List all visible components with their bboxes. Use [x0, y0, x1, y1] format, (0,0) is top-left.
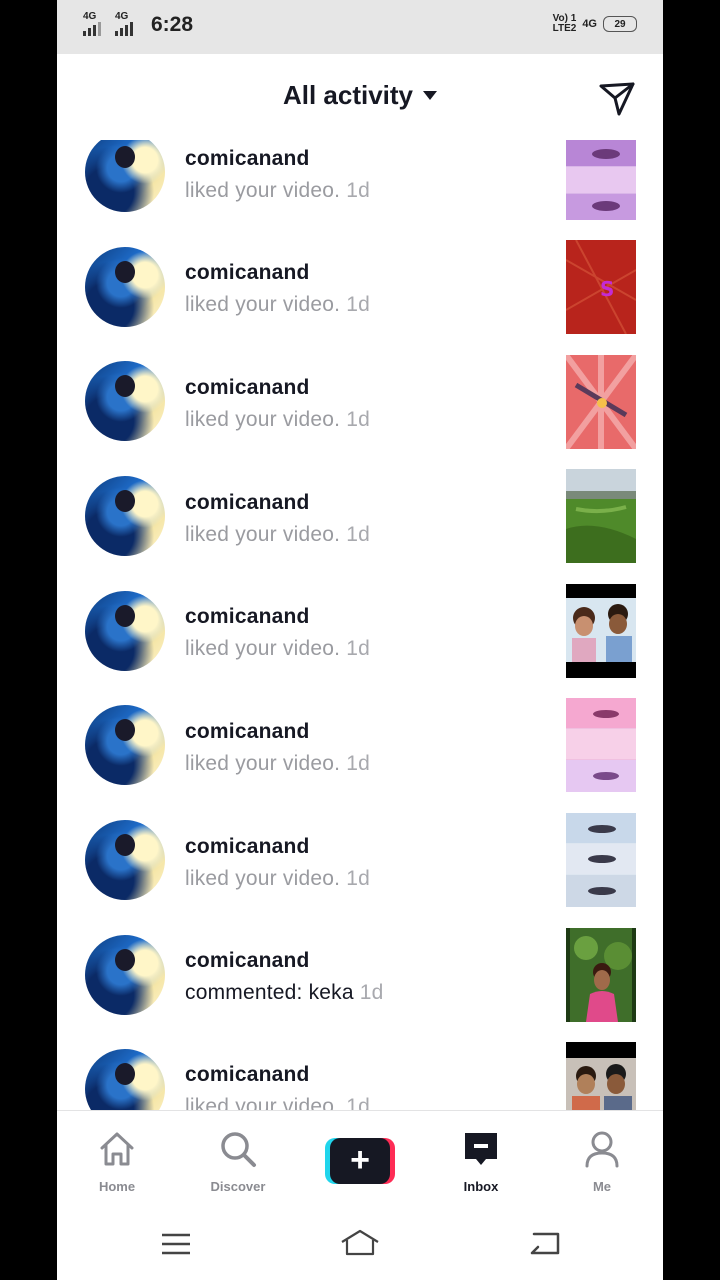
notification-list[interactable]: comicanand liked your video. 1d comicana… — [57, 140, 663, 1110]
notification-text: comicanand liked your video. 1d — [185, 605, 370, 661]
video-thumbnail[interactable] — [566, 1042, 636, 1110]
notification-text: comicanand liked your video. 1d — [185, 720, 370, 776]
username[interactable]: comicanand — [185, 605, 370, 629]
list-item[interactable]: comicanand liked your video. 1d — [57, 343, 663, 457]
notification-text: comicanand liked your video. 1d — [185, 835, 370, 891]
battery-icon: 29 — [603, 16, 637, 32]
bottom-nav: Home Discover + Inbox Me — [57, 1110, 663, 1206]
avatar[interactable] — [85, 476, 165, 556]
status-right: Vo) 1 LTE2 4G 29 — [553, 14, 637, 34]
back-icon — [530, 1232, 560, 1255]
notification-text: comicanand commented: keka 1d — [185, 949, 384, 1005]
plus-icon: + — [330, 1138, 390, 1184]
menu-icon — [162, 1233, 190, 1255]
activity-text: liked your video. 1d — [185, 867, 370, 890]
svg-text:S: S — [600, 277, 614, 301]
create-button[interactable]: + — [325, 1138, 395, 1184]
network-label: 4G — [582, 18, 597, 30]
list-item[interactable]: comicanand liked your video. 1d — [57, 572, 663, 686]
caret-down-icon — [423, 90, 438, 100]
avatar[interactable] — [85, 705, 165, 785]
nav-me[interactable]: Me — [557, 1129, 647, 1194]
search-icon — [221, 1132, 256, 1167]
username[interactable]: comicanand — [185, 376, 370, 400]
video-thumbnail[interactable]: S — [566, 240, 636, 334]
nav-home[interactable]: Home — [72, 1129, 162, 1194]
signal-icon: 4G — [83, 11, 107, 37]
avatar[interactable] — [85, 591, 165, 671]
activity-text: liked your video. 1d — [185, 179, 370, 202]
avatar[interactable] — [85, 935, 165, 1015]
inbox-icon — [465, 1133, 497, 1165]
send-icon — [599, 82, 635, 116]
notification-text: comicanand liked your video. 1d — [185, 491, 370, 547]
activity-filter-dropdown[interactable]: All activity — [57, 80, 663, 111]
video-thumbnail[interactable] — [566, 813, 636, 907]
system-nav-bar — [57, 1206, 663, 1280]
list-item[interactable]: comicanand liked your video. 1d — [57, 458, 663, 572]
avatar[interactable] — [85, 140, 165, 212]
nav-discover-label: Discover — [210, 1179, 266, 1194]
notification-text: comicanand liked your video. 1d — [185, 376, 370, 432]
activity-text: liked your video. 1d — [185, 523, 370, 546]
video-thumbnail[interactable] — [566, 469, 636, 563]
nav-me-label: Me — [592, 1179, 612, 1194]
video-thumbnail[interactable] — [566, 698, 636, 792]
notification-text: comicanand liked your video. 1d — [185, 147, 370, 203]
nav-inbox-label: Inbox — [463, 1179, 499, 1194]
profile-icon — [585, 1131, 619, 1168]
avatar[interactable] — [85, 820, 165, 900]
home-system-button[interactable] — [340, 1228, 380, 1258]
list-item[interactable]: comicanand liked your video. 1d — [57, 140, 663, 228]
avatar[interactable] — [85, 1049, 165, 1110]
activity-text: liked your video. 1d — [185, 293, 370, 316]
volte-indicator: Vo) 1 LTE2 — [553, 14, 577, 34]
activity-text: liked your video. 1d — [185, 752, 370, 775]
list-item[interactable]: comicanand commented: keka 1d — [57, 916, 663, 1030]
nav-home-label: Home — [98, 1179, 136, 1194]
activity-text: commented: keka 1d — [185, 981, 384, 1004]
back-button[interactable] — [524, 1228, 564, 1258]
status-bar: 4G 4G 6:28 Vo) 1 LTE2 4G 29 — [57, 0, 663, 54]
username[interactable]: comicanand — [185, 1063, 370, 1087]
nav-discover[interactable]: Discover — [193, 1129, 283, 1194]
list-item[interactable]: comicanand liked your video. 1d — [57, 1031, 663, 1110]
recents-button[interactable] — [157, 1228, 197, 1258]
screen: 4G 4G 6:28 Vo) 1 LTE2 4G 29 All activity… — [57, 0, 663, 1280]
username[interactable]: comicanand — [185, 147, 370, 171]
video-thumbnail[interactable] — [566, 355, 636, 449]
avatar[interactable] — [85, 247, 165, 327]
volte-line2: LTE2 — [552, 23, 577, 34]
activity-text: liked your video. 1d — [185, 637, 370, 660]
username[interactable]: comicanand — [185, 720, 370, 744]
status-time: 6:28 — [151, 13, 194, 36]
username[interactable]: comicanand — [185, 261, 370, 285]
notification-text: comicanand liked your video. 1d — [185, 261, 370, 317]
username[interactable]: comicanand — [185, 949, 384, 973]
video-thumbnail[interactable] — [566, 584, 636, 678]
home-icon — [100, 1132, 134, 1166]
page-title: All activity — [282, 80, 414, 110]
home-outline-icon — [341, 1229, 379, 1256]
activity-text: liked your video. 1d — [185, 408, 370, 431]
username[interactable]: comicanand — [185, 491, 370, 515]
avatar[interactable] — [85, 361, 165, 441]
list-item[interactable]: comicanand liked your video. 1d — [57, 802, 663, 916]
status-left: 4G 4G 6:28 — [83, 11, 194, 37]
video-thumbnail[interactable] — [566, 140, 636, 220]
activity-text: liked your video. 1d — [185, 1095, 370, 1110]
signal-icon: 4G — [115, 11, 139, 37]
list-item[interactable]: comicanand liked your video. 1d S — [57, 228, 663, 342]
username[interactable]: comicanand — [185, 835, 370, 859]
direct-message-button[interactable] — [597, 78, 637, 118]
inbox-header: All activity — [57, 54, 663, 140]
nav-inbox[interactable]: Inbox — [436, 1129, 526, 1194]
list-item[interactable]: comicanand liked your video. 1d — [57, 687, 663, 801]
notification-text: comicanand liked your video. 1d — [185, 1063, 370, 1110]
battery-level: 29 — [614, 18, 626, 30]
video-thumbnail[interactable] — [566, 928, 636, 1022]
